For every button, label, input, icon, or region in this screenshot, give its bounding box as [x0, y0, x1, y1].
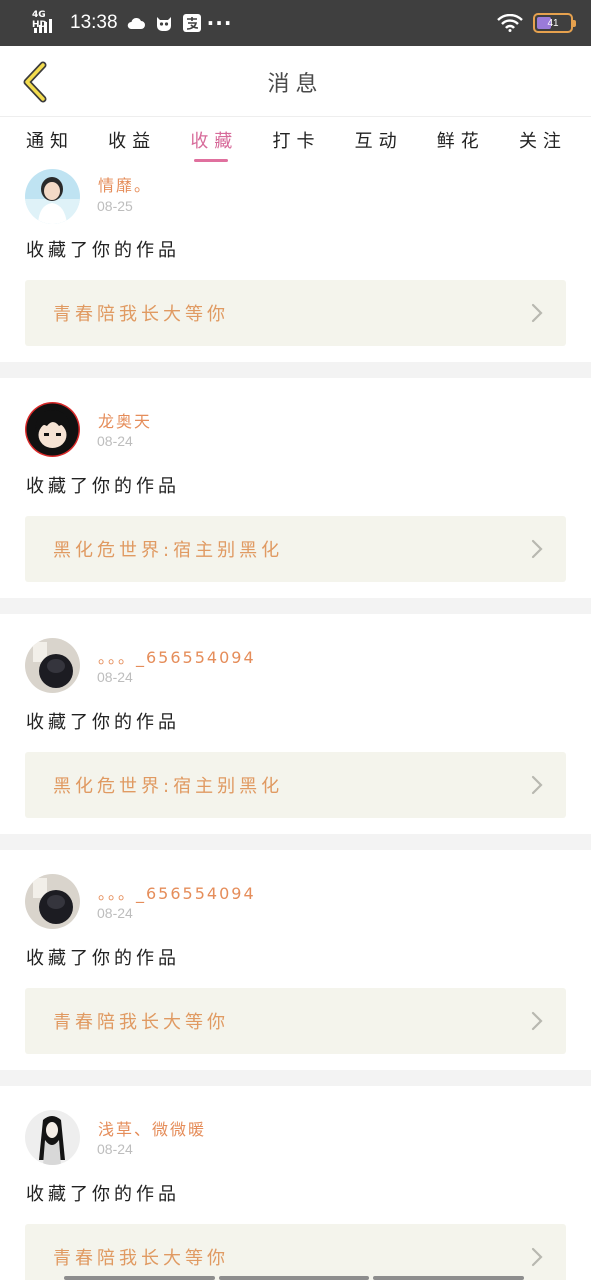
work-title: 黑化危世界:宿主别黑化: [53, 540, 284, 561]
list-item: 。。。_656554094 08-24 收藏了你的作品 青春陪我长大等你: [0, 850, 591, 1054]
notification-date: 08-24: [97, 669, 133, 685]
user-name[interactable]: 情靡。: [98, 172, 152, 196]
notification-action: 收藏了你的作品: [26, 1184, 180, 1205]
tab-following[interactable]: 关注: [519, 117, 567, 164]
cloud-icon: [126, 14, 146, 32]
avatar[interactable]: [25, 638, 80, 693]
cat-icon: [154, 14, 174, 32]
notification-date: 08-25: [97, 198, 133, 214]
tab-interaction[interactable]: 互动: [355, 117, 403, 164]
notification-action: 收藏了你的作品: [26, 476, 180, 497]
avatar[interactable]: [25, 402, 80, 457]
work-title: 青春陪我长大等你: [53, 304, 229, 325]
list-item: 浅草、微微暖 08-24 收藏了你的作品 青春陪我长大等你: [0, 1086, 591, 1280]
status-left: 4G HD 13:38 ···: [32, 10, 233, 35]
notification-date: 08-24: [97, 433, 133, 449]
alipay-icon: [182, 14, 202, 32]
tab-bar: 通知 收益 收藏 打卡 互动 鲜花 关注: [0, 116, 591, 164]
messages-page: 4G HD 13:38 ···: [0, 0, 591, 1280]
user-name[interactable]: 。。。_656554094: [98, 880, 256, 904]
tab-earnings[interactable]: 收益: [108, 117, 156, 164]
more-dots-icon: ···: [206, 11, 233, 35]
work-link[interactable]: 黑化危世界:宿主别黑化: [25, 516, 566, 582]
notification-action: 收藏了你的作品: [26, 948, 180, 969]
list-item: 。。。_656554094 08-24 收藏了你的作品 黑化危世界:宿主别黑化: [0, 614, 591, 818]
avatar[interactable]: [25, 1110, 80, 1165]
list-separator: [0, 598, 591, 614]
home-indicator[interactable]: [64, 1276, 525, 1280]
signal-icon: [34, 19, 52, 33]
tab-notifications[interactable]: 通知: [26, 117, 74, 164]
work-title: 青春陪我长大等你: [53, 1248, 229, 1269]
battery-icon: 41: [533, 13, 576, 33]
work-link[interactable]: 青春陪我长大等你: [25, 280, 566, 346]
list-item: 情靡。 08-25 收藏了你的作品 青春陪我长大等你: [0, 164, 591, 362]
user-name[interactable]: 浅草、微微暖: [98, 1116, 206, 1140]
notification-date: 08-24: [97, 1141, 133, 1157]
user-name[interactable]: 。。。_656554094: [98, 644, 256, 668]
chevron-right-icon: [531, 1011, 543, 1031]
chevron-right-icon: [531, 1247, 543, 1267]
work-title: 黑化危世界:宿主别黑化: [53, 776, 284, 797]
tab-favorites[interactable]: 收藏: [190, 117, 238, 164]
user-name[interactable]: 龙奥天: [98, 408, 152, 432]
chevron-right-icon: [531, 775, 543, 795]
network-indicator: 4G HD: [32, 10, 58, 34]
wifi-icon: [497, 14, 523, 32]
list-separator: [0, 1070, 591, 1086]
tab-flowers[interactable]: 鲜花: [437, 117, 485, 164]
work-title: 青春陪我长大等你: [53, 1012, 229, 1033]
work-link[interactable]: 黑化危世界:宿主别黑化: [25, 752, 566, 818]
chevron-right-icon: [531, 303, 543, 323]
avatar[interactable]: [25, 874, 80, 929]
list-item: 龙奥天 08-24 收藏了你的作品 黑化危世界:宿主别黑化: [0, 378, 591, 582]
page-title: 消息: [267, 72, 324, 97]
list-separator: [0, 834, 591, 850]
battery-level: 41: [547, 17, 559, 29]
list-separator: [0, 362, 591, 378]
avatar[interactable]: [25, 169, 80, 224]
status-right: 41: [497, 13, 576, 33]
work-link[interactable]: 青春陪我长大等你: [25, 1224, 566, 1280]
header: 消息: [0, 46, 591, 116]
work-link[interactable]: 青春陪我长大等你: [25, 988, 566, 1054]
notification-action: 收藏了你的作品: [26, 712, 180, 733]
notification-date: 08-24: [97, 905, 133, 921]
tab-checkin[interactable]: 打卡: [272, 117, 320, 164]
notification-action: 收藏了你的作品: [26, 240, 180, 261]
status-time: 13:38: [70, 12, 118, 33]
chevron-right-icon: [531, 539, 543, 559]
notification-list: 情靡。 08-25 收藏了你的作品 青春陪我长大等你 龙奥天 08-24 收藏了…: [0, 164, 591, 1280]
status-bar: 4G HD 13:38 ···: [0, 0, 591, 46]
